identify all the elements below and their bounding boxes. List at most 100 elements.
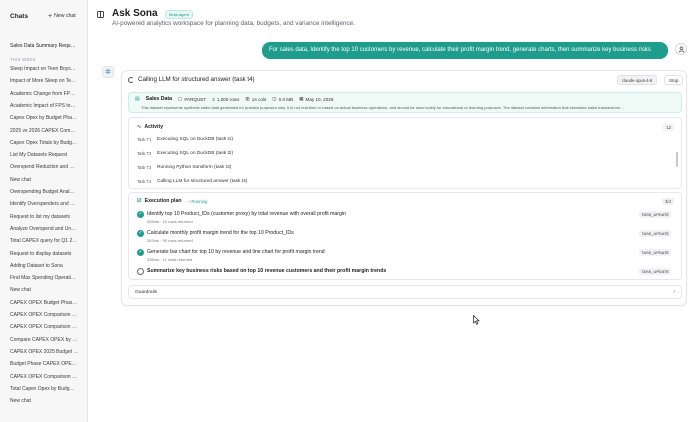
sidebar-section-label: THIS WEEK bbox=[10, 57, 36, 62]
sidebar-chat-item[interactable]: Overspend Reduction and … bbox=[10, 164, 82, 170]
dataset-size-label: 0.0 MB bbox=[278, 96, 294, 102]
sidebar-chat-item[interactable]: Analyze Overspend and Un… bbox=[10, 226, 82, 232]
sidebar-chat-item[interactable]: Adding Dataset to Sona bbox=[10, 263, 82, 269]
rows-icon: ≡ bbox=[212, 96, 215, 102]
sidebar-toggle-icon[interactable] bbox=[97, 11, 104, 18]
chevron-right-icon: › bbox=[673, 289, 675, 295]
sidebar-chat-item[interactable]: Budget Phase CAPEX OPE… bbox=[10, 361, 82, 367]
activity-count: 12 bbox=[663, 124, 674, 131]
check-circle-icon: ✓ bbox=[137, 230, 144, 237]
sidebar-chat-item[interactable]: New chat bbox=[10, 177, 82, 183]
guardrails-label: Guardrails bbox=[135, 290, 158, 295]
dataset-name: Sales Data bbox=[145, 96, 172, 102]
sidebar-title: Chats bbox=[10, 13, 29, 20]
stop-button[interactable]: Stop bbox=[664, 75, 684, 85]
user-message-bubble: For sales data, Identify the top 10 cust… bbox=[262, 42, 668, 59]
plus-icon: + bbox=[48, 12, 53, 20]
sidebar-chat-item[interactable]: Academic Impact of FPS to… bbox=[10, 103, 82, 109]
activity-scrollbar[interactable] bbox=[676, 152, 678, 167]
plan-task-tag: TASK_UPDATE bbox=[639, 268, 671, 275]
sidebar-chat-item[interactable]: New chat bbox=[10, 287, 82, 293]
sidebar-chat-item[interactable]: 2025 vs 2026 CAPEX Com… bbox=[10, 128, 82, 134]
loading-spinner-icon bbox=[128, 76, 134, 83]
activity-text: Executing SQL on DuckDB (task t1) bbox=[157, 137, 234, 142]
storage-icon: ◫ bbox=[272, 96, 277, 101]
sidebar-chat-item[interactable]: List My Datasets Request bbox=[10, 152, 82, 158]
dataset-rows-label: 1,000 rows bbox=[216, 96, 240, 102]
activity-task-tag: Task T1 bbox=[137, 137, 152, 142]
plan-task-meta: 255ms · 10 rows returned bbox=[147, 219, 193, 224]
sidebar-chat-item[interactable]: Find Max Spending Operati… bbox=[10, 275, 82, 281]
check-circle-icon: ✓ bbox=[137, 211, 144, 218]
page-subtitle: AI-powered analytics workspace for plann… bbox=[112, 20, 355, 27]
sidebar-chat-item[interactable]: Sleep Impact on Teen Boys… bbox=[10, 66, 82, 72]
status-text: Calling LLM for structured answer (task … bbox=[138, 76, 255, 83]
execution-plan-panel[interactable]: ☑ Execution plan ◔ Running 3/4 ✓ Identify… bbox=[128, 192, 682, 280]
sidebar-chat-item[interactable]: New chat bbox=[10, 398, 82, 404]
dataset-rows: ≡ 1,000 rows bbox=[212, 97, 239, 102]
dataset-size: ◫ 0.0 MB bbox=[272, 96, 293, 102]
dataset-date: ▦ May 10, 2026 bbox=[299, 96, 333, 102]
columns-icon: ▥ bbox=[245, 96, 250, 101]
activity-panel[interactable]: ∿ Activity 12 Task T1 Executing SQL on Du… bbox=[128, 117, 682, 189]
plan-task-tag: TASK_UPDATE bbox=[639, 230, 671, 237]
file-icon: ▢ bbox=[177, 96, 183, 101]
plan-status-label: Running bbox=[191, 198, 208, 204]
new-chat-label: New chat bbox=[54, 13, 76, 19]
plan-task-text: Generate bar chart for top 10 by revenue… bbox=[147, 249, 325, 255]
user-avatar-icon bbox=[675, 43, 687, 55]
activity-line: Task T4 Calling LLM for structured answer… bbox=[137, 179, 247, 184]
assistant-status: Calling LLM for structured answer (task … bbox=[128, 76, 255, 83]
sidebar-chat-item[interactable]: Capex Opex Totals by Budg… bbox=[10, 140, 82, 146]
page-title: Ask Sona bbox=[112, 8, 158, 19]
new-chat-button[interactable]: + New chat bbox=[48, 12, 76, 20]
chat-sidebar: Chats + New chat Sales Data Summary Requ… bbox=[0, 0, 88, 422]
plan-progress-count: 3/4 bbox=[662, 198, 674, 205]
plan-task-meta: 262ms · 90 rows returned bbox=[147, 238, 193, 243]
activity-line: Task T3 Running Python transform (task t3… bbox=[137, 165, 231, 170]
sidebar-chat-item[interactable]: Impact of More Sleep on Te… bbox=[10, 78, 82, 84]
sidebar-chat-item[interactable]: Academic Change from FP… bbox=[10, 91, 82, 97]
sidebar-chat-item[interactable]: Overspending Budget Anal… bbox=[10, 189, 82, 195]
database-icon: ▤ bbox=[135, 96, 140, 102]
sidebar-chat-item[interactable]: Request to list my datasets bbox=[10, 214, 82, 220]
dataset-cols: ▥ 14 cols bbox=[245, 96, 266, 102]
sidebar-chat-item[interactable]: CAPEX OPEX 2025 Budget … bbox=[10, 349, 82, 355]
dataset-format-label: PARQUET bbox=[184, 96, 207, 102]
calendar-icon: ▦ bbox=[299, 96, 304, 101]
activity-label: Activity bbox=[144, 124, 164, 130]
plan-task-text: Summarize key business risks based on to… bbox=[147, 268, 387, 274]
sidebar-chat-item[interactable]: Request to display datasets bbox=[10, 251, 82, 257]
sidebar-chat-item[interactable]: Total Capex Opex by Budg… bbox=[10, 386, 82, 392]
checklist-icon: ☑ bbox=[137, 198, 142, 204]
dataset-date-label: May 10, 2026 bbox=[305, 96, 334, 102]
sidebar-chat-item[interactable]: Total CAPEX query for Q1 2… bbox=[10, 238, 82, 244]
assistant-response-card: Calling LLM for structured answer (task … bbox=[121, 70, 687, 306]
sidebar-chat-item[interactable]: CAPEX OPEX Comparison … bbox=[10, 324, 82, 330]
activity-line: Task T1 Executing SQL on DuckDB (task t1) bbox=[137, 137, 233, 142]
plan-task-tag: TASK_UPDATE bbox=[639, 249, 671, 256]
assistant-sparkle-icon: ✲ bbox=[102, 66, 114, 78]
mouse-cursor-icon bbox=[473, 312, 480, 330]
sidebar-chat-item[interactable]: Compare CAPEX OPEX by … bbox=[10, 337, 82, 343]
pending-circle-icon bbox=[137, 268, 144, 275]
activity-header[interactable]: ∿ Activity bbox=[137, 124, 163, 130]
dataset-format: ▢ PARQUET bbox=[178, 96, 206, 102]
plan-task-text: Calculate monthly profit margin trend fo… bbox=[147, 230, 294, 236]
activity-task-tag: Task T4 bbox=[137, 179, 152, 184]
sidebar-chat-item[interactable]: CAPEX OPEX Comparison … bbox=[10, 312, 82, 318]
sidebar-chat-item[interactable]: CAPEX OPEX Budget Phas… bbox=[10, 300, 82, 306]
dataset-cols-label: 14 cols bbox=[251, 96, 267, 102]
guardrails-row[interactable]: Guardrails › bbox=[128, 285, 682, 299]
plan-status: ◔ Running bbox=[187, 198, 208, 204]
execution-plan-header[interactable]: ☑ Execution plan ◔ Running bbox=[137, 198, 207, 204]
activity-icon: ∿ bbox=[137, 124, 142, 130]
dataset-info-panel[interactable]: ▤ Sales Data ▢ PARQUET ≡ 1,000 rows ▥ 14 co… bbox=[128, 92, 682, 113]
model-badge: claude-opus-4-6 bbox=[617, 75, 658, 85]
sidebar-chat-item[interactable]: Sales Data Summary Requ… bbox=[10, 43, 82, 49]
sidebar-chat-item[interactable]: CAPEX OPEX Comparison … bbox=[10, 374, 82, 380]
sidebar-chat-item[interactable]: Capex Opex by Budget Pha… bbox=[10, 115, 82, 121]
dataset-description: This dataset represents synthetic sales … bbox=[141, 105, 624, 110]
activity-text: Executing SQL on DuckDB (task t2) bbox=[157, 151, 234, 156]
sidebar-chat-item[interactable]: Identify Overspenders and … bbox=[10, 201, 82, 207]
